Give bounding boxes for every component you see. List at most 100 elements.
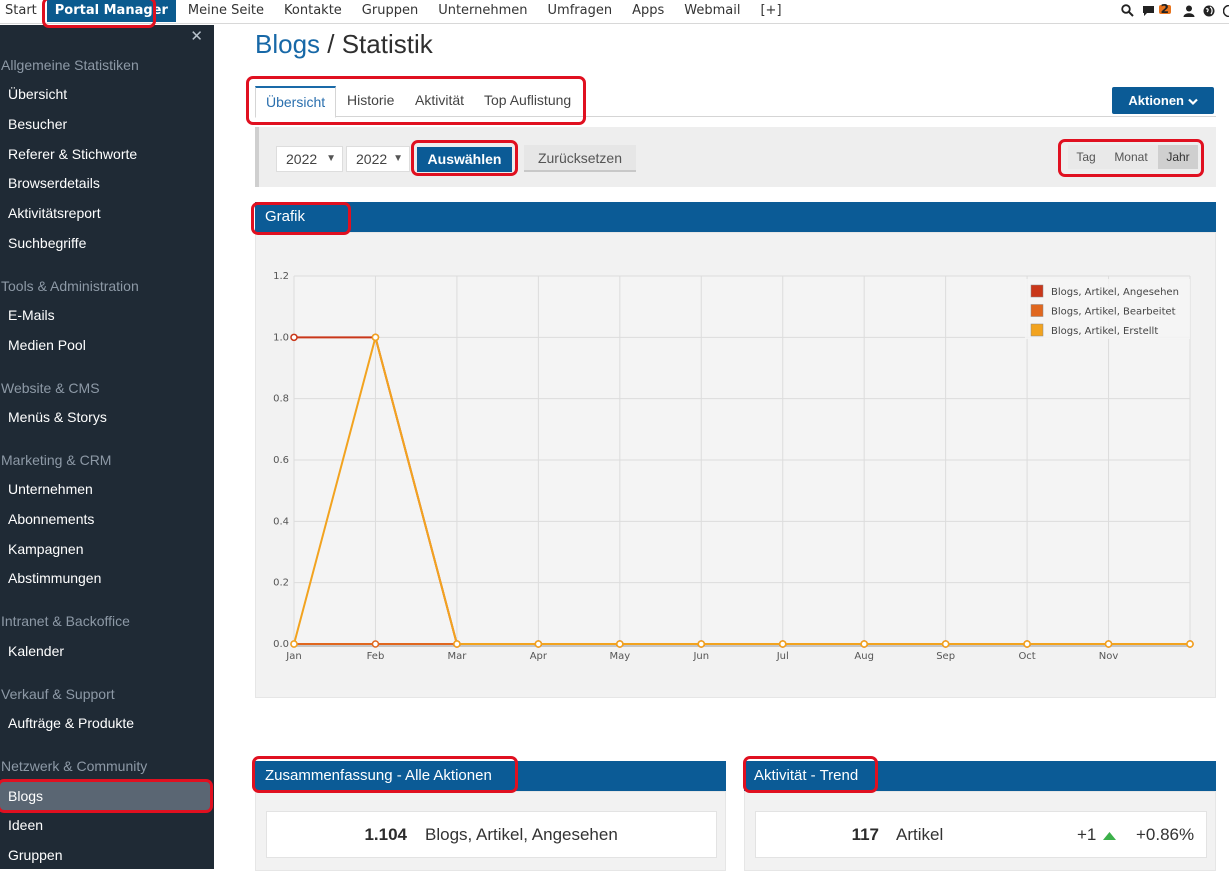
filter-bar: 2022▼ 2022▼ Auswählen Zurücksetzen Tag M… xyxy=(255,127,1216,187)
data-point xyxy=(698,641,704,647)
nav-start[interactable]: Start xyxy=(0,0,45,22)
legend-swatch xyxy=(1031,305,1043,317)
year-from-select[interactable]: 2022▼ xyxy=(276,146,343,172)
sidebar-item-blogs[interactable]: Blogs xyxy=(8,788,43,804)
y-tick-label: 0.8 xyxy=(273,394,289,405)
summary-panel-title: Zusammenfassung - Alle Aktionen xyxy=(265,767,492,784)
legend-swatch xyxy=(1031,285,1043,297)
line-chart: 0.00.20.40.60.81.01.2JanFebMarAprMayJunJ… xyxy=(256,233,1215,697)
chart-panel-title: Grafik xyxy=(265,208,305,225)
close-icon[interactable]: ✕ xyxy=(190,27,203,45)
data-point xyxy=(1187,641,1193,647)
globe-icon[interactable] xyxy=(1203,5,1215,20)
sidebar-item-referer[interactable]: Referer & Stichworte xyxy=(8,146,137,162)
nav-umfragen[interactable]: Umfragen xyxy=(538,0,623,22)
nav-unternehmen[interactable]: Unternehmen xyxy=(428,0,537,22)
sidebar-item-medien-pool[interactable]: Medien Pool xyxy=(8,337,86,353)
trend-row: 117 Artikel +1 +0.86% xyxy=(755,811,1207,858)
nav-add[interactable]: [+] xyxy=(750,0,791,22)
summary-label: Blogs, Artikel, Angesehen xyxy=(425,825,618,845)
y-tick-label: 1.0 xyxy=(273,332,289,343)
nav-kontakte[interactable]: Kontakte xyxy=(274,0,352,22)
top-navigation-bar: Start Portal Manager Meine Seite Kontakt… xyxy=(0,0,1229,24)
sidebar-section-marketing-crm: Marketing & CRM xyxy=(1,452,111,468)
period-tag-button[interactable]: Tag xyxy=(1068,145,1104,169)
trend-label: Artikel xyxy=(896,825,943,845)
tab-top-auflistung[interactable]: Top Auflistung xyxy=(484,86,571,117)
sidebar-item-auftraege[interactable]: Aufträge & Produkte xyxy=(8,715,134,731)
trend-value: 117 xyxy=(756,825,879,845)
sidebar-item-uebersicht[interactable]: Übersicht xyxy=(8,86,67,102)
data-point xyxy=(291,334,297,340)
nav-meine-seite[interactable]: Meine Seite xyxy=(178,0,274,22)
sidebar-item-abonnements[interactable]: Abonnements xyxy=(8,511,94,527)
trend-percent: +0.86% xyxy=(1136,825,1194,845)
chevron-down-icon xyxy=(1188,98,1198,106)
page-title-module[interactable]: Blogs xyxy=(255,29,320,59)
page-title: Blogs / Statistik xyxy=(255,29,433,60)
page-title-page: Statistik xyxy=(342,29,433,59)
year-to-value: 2022 xyxy=(356,151,387,167)
search-icon[interactable] xyxy=(1121,4,1134,20)
topbar-icons: 2 xyxy=(1117,0,1229,24)
data-point xyxy=(1106,641,1112,647)
trend-up-icon xyxy=(1103,832,1116,840)
page-title-separator: / xyxy=(320,29,342,59)
data-point xyxy=(861,641,867,647)
reset-button[interactable]: Zurücksetzen xyxy=(524,145,636,172)
sidebar-item-browserdetails[interactable]: Browserdetails xyxy=(8,175,100,191)
nav-webmail[interactable]: Webmail xyxy=(674,0,750,22)
user-icon[interactable] xyxy=(1183,5,1195,20)
x-tick-label: Apr xyxy=(530,651,548,662)
legend-swatch xyxy=(1031,324,1043,336)
sidebar-item-ideen[interactable]: Ideen xyxy=(8,817,43,833)
sidebar-item-emails[interactable]: E-Mails xyxy=(8,307,55,323)
y-tick-label: 0.0 xyxy=(273,639,289,650)
nav-gruppen[interactable]: Gruppen xyxy=(352,0,428,22)
period-monat-button[interactable]: Monat xyxy=(1104,145,1158,169)
tab-aktivitaet[interactable]: Aktivität xyxy=(415,86,464,117)
tab-uebersicht[interactable]: Übersicht xyxy=(255,86,336,118)
sidebar-section-general-stats: Allgemeine Statistiken xyxy=(1,57,139,73)
sidebar-item-unternehmen[interactable]: Unternehmen xyxy=(8,481,93,497)
sidebar-item-abstimmungen[interactable]: Abstimmungen xyxy=(8,570,101,586)
year-to-select[interactable]: 2022▼ xyxy=(346,146,410,172)
select-button[interactable]: Auswählen xyxy=(417,147,512,172)
sidebar-item-gruppen[interactable]: Gruppen xyxy=(8,847,62,863)
notification-badge: 2 xyxy=(1159,5,1171,14)
data-point xyxy=(291,641,297,647)
x-tick-label: Mar xyxy=(447,651,467,662)
nav-portal-manager[interactable]: Portal Manager xyxy=(47,0,176,22)
y-tick-label: 0.6 xyxy=(273,455,289,466)
x-tick-label: Aug xyxy=(854,651,874,662)
summary-panel: 1.104 Blogs, Artikel, Angesehen xyxy=(255,791,726,871)
x-tick-label: May xyxy=(609,651,630,662)
x-tick-label: Nov xyxy=(1099,651,1119,662)
period-jahr-button[interactable]: Jahr xyxy=(1158,145,1198,169)
data-point xyxy=(1024,641,1030,647)
data-point xyxy=(372,334,378,340)
sidebar-item-menues-storys[interactable]: Menüs & Storys xyxy=(8,409,107,425)
nav-apps[interactable]: Apps xyxy=(622,0,674,22)
main-content: Blogs / Statistik Übersicht Historie Akt… xyxy=(214,25,1229,869)
chat-icon[interactable]: 2 xyxy=(1142,5,1175,20)
x-tick-label: Feb xyxy=(367,651,385,662)
x-tick-label: Sep xyxy=(936,651,955,662)
sidebar-item-aktivitaetsreport[interactable]: Aktivitätsreport xyxy=(8,205,101,221)
actions-button[interactable]: Aktionen xyxy=(1112,87,1214,114)
y-tick-label: 0.4 xyxy=(273,516,289,527)
sidebar-item-kampagnen[interactable]: Kampagnen xyxy=(8,541,84,557)
summary-panel-header: Zusammenfassung - Alle Aktionen xyxy=(255,761,726,791)
sidebar-item-suchbegriffe[interactable]: Suchbegriffe xyxy=(8,235,86,251)
tab-historie[interactable]: Historie xyxy=(347,86,394,117)
chart-panel: 0.00.20.40.60.81.01.2JanFebMarAprMayJunJ… xyxy=(255,232,1216,698)
data-point xyxy=(617,641,623,647)
trend-panel-title: Aktivität - Trend xyxy=(754,767,858,784)
data-point xyxy=(535,641,541,647)
sidebar-item-kalender[interactable]: Kalender xyxy=(8,643,64,659)
data-point xyxy=(454,641,460,647)
overflow-icon[interactable] xyxy=(1223,5,1229,20)
sidebar-item-besucher[interactable]: Besucher xyxy=(8,116,67,132)
sidebar-section-tools: Tools & Administration xyxy=(1,278,139,294)
x-tick-label: Jun xyxy=(692,651,709,662)
